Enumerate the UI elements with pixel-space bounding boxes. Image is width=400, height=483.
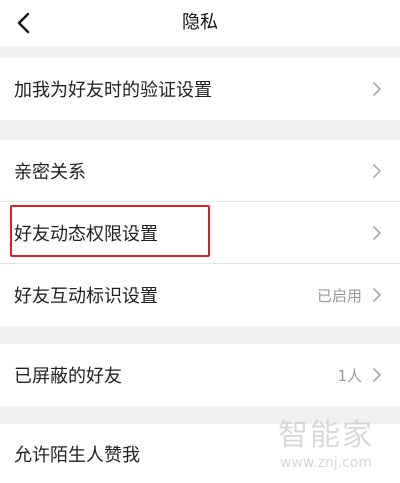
watermark: 智能家 www.znj.com: [266, 418, 386, 480]
row-value: 1人: [337, 366, 362, 385]
row-label: 加我为好友时的验证设置: [14, 80, 212, 101]
row-intimate-relations[interactable]: 亲密关系: [0, 140, 400, 202]
page-title: 隐私: [182, 12, 218, 33]
row-label: 好友互动标识设置: [14, 286, 158, 307]
row-value: 已启用: [316, 286, 362, 305]
row-blocked-friends[interactable]: 已屏蔽的好友 1人: [0, 344, 400, 406]
row-label: 已屏蔽的好友: [14, 366, 122, 387]
header-bar: 隐私: [0, 0, 400, 46]
chevron-right-icon: [368, 224, 386, 242]
watermark-logo-text: 智能家: [278, 418, 374, 453]
row-interaction-badge-settings[interactable]: 好友互动标识设置 已启用: [0, 264, 400, 326]
row-label: 亲密关系: [14, 162, 86, 183]
chevron-right-icon: [368, 286, 386, 304]
watermark-url: www.znj.com: [280, 455, 372, 471]
chevron-right-icon: [368, 162, 386, 180]
chevron-right-icon: [368, 366, 386, 384]
chevron-right-icon: [368, 80, 386, 98]
highlight-box: [10, 205, 210, 257]
row-verification-settings[interactable]: 加我为好友时的验证设置: [0, 58, 400, 120]
